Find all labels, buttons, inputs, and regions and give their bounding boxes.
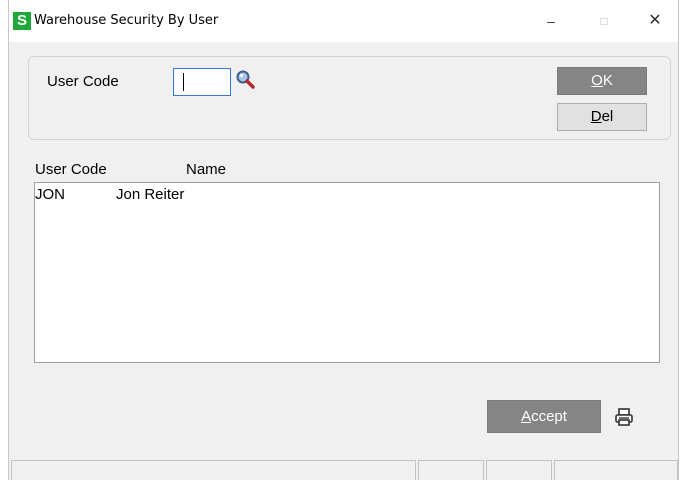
- user-code-input[interactable]: [173, 68, 231, 96]
- delete-button[interactable]: Del: [557, 103, 647, 131]
- user-code-label: User Code: [47, 73, 119, 90]
- list-item-code: JON: [35, 186, 65, 203]
- ok-accelerator: O: [591, 72, 603, 89]
- list-item-name: Jon Reiter: [116, 186, 185, 203]
- status-panel-2: [418, 460, 484, 480]
- accept-accelerator: A: [521, 408, 532, 425]
- magnifier-icon[interactable]: [235, 69, 257, 91]
- status-panel-main: [11, 460, 416, 480]
- app-logo-icon: S: [13, 12, 31, 30]
- del-accelerator: D: [590, 108, 602, 125]
- list-item[interactable]: JON Jon Reiter: [35, 183, 659, 203]
- warehouse-security-window: S Warehouse Security By User – □ ✕ User …: [8, 0, 679, 480]
- column-header-name[interactable]: Name: [186, 161, 226, 178]
- status-panel-3: [486, 460, 552, 480]
- window-title: Warehouse Security By User: [34, 13, 219, 28]
- maximize-button[interactable]: □: [584, 8, 624, 34]
- printer-icon[interactable]: [614, 407, 634, 427]
- accept-label-rest: ccept: [531, 408, 567, 425]
- minimize-button[interactable]: –: [531, 8, 571, 34]
- title-bar[interactable]: S Warehouse Security By User – □ ✕: [9, 0, 678, 42]
- column-header-user-code[interactable]: User Code: [35, 161, 107, 178]
- del-label-rest: el: [601, 108, 614, 125]
- user-list[interactable]: JON Jon Reiter: [34, 182, 660, 363]
- ok-button[interactable]: OK: [557, 67, 647, 95]
- status-bar: [9, 458, 678, 480]
- ok-label-rest: K: [602, 72, 613, 89]
- text-caret: [183, 73, 184, 91]
- accept-button[interactable]: Accept: [487, 400, 601, 433]
- status-panel-4: [554, 460, 678, 480]
- close-button[interactable]: ✕: [635, 8, 675, 34]
